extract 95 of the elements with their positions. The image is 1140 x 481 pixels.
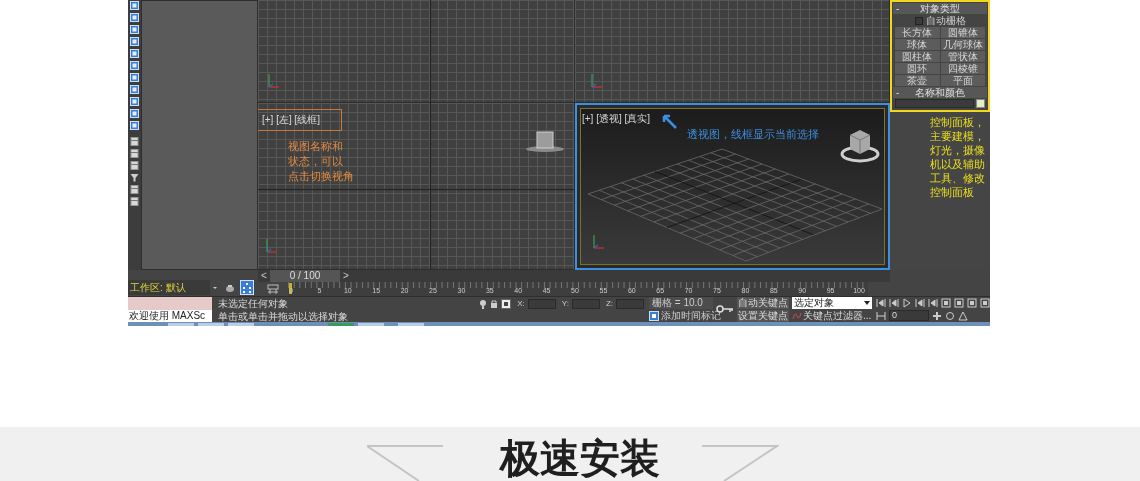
collapse-sign[interactable]: - bbox=[896, 3, 904, 14]
object-type-button[interactable]: 球体 bbox=[895, 39, 940, 50]
annotation-line: 工具、修改 bbox=[930, 171, 986, 185]
rollout-title: 名称和颜色 bbox=[914, 87, 966, 98]
tile-icon[interactable] bbox=[130, 61, 139, 70]
viewport[interactable]: [+] [左] [线框] 视图名称和 状态，可以 点击切换视角 bbox=[258, 103, 575, 270]
listener-field[interactable] bbox=[128, 297, 212, 310]
tile-icon[interactable] bbox=[130, 109, 139, 118]
coordinate-label: Z: bbox=[605, 299, 613, 309]
lock-icon[interactable] bbox=[490, 299, 499, 309]
key-filters-button[interactable]: 关键点过滤器... bbox=[803, 310, 872, 322]
annotation-line: 状态，可以 bbox=[288, 154, 344, 169]
object-type-button[interactable]: 长方体 bbox=[895, 27, 940, 38]
sheet-icon[interactable] bbox=[130, 185, 139, 194]
field-of-view-icon[interactable] bbox=[958, 310, 968, 321]
annotation-line: 主要建模， bbox=[930, 129, 986, 143]
go-to-start-icon[interactable] bbox=[876, 298, 886, 308]
collapse-sign[interactable]: - bbox=[896, 87, 904, 98]
name-field[interactable] bbox=[895, 99, 974, 108]
rollout-header[interactable]: - 名称和颜色 bbox=[893, 87, 987, 98]
filter-icon[interactable] bbox=[130, 173, 139, 182]
frame-field[interactable]: 0 bbox=[889, 310, 929, 321]
sheet-icon[interactable] bbox=[130, 137, 139, 146]
annotation-line: 点击切换视角 bbox=[288, 169, 354, 184]
coordinate-field[interactable] bbox=[571, 299, 600, 309]
annotation-line: 灯光，摄像 bbox=[930, 143, 986, 157]
object-type-button[interactable]: 平面 bbox=[940, 75, 985, 86]
checkbox[interactable] bbox=[914, 16, 923, 25]
selection-icon[interactable] bbox=[501, 299, 512, 309]
rollout-header[interactable]: - 对象类型 bbox=[893, 3, 987, 14]
tile-icon[interactable] bbox=[130, 73, 139, 82]
object-type-button[interactable]: 圆柱体 bbox=[895, 51, 940, 62]
annotation-line: 机以及辅助 bbox=[930, 157, 986, 171]
set-key-button[interactable]: 设置关键点 bbox=[737, 310, 789, 322]
sheet-icon[interactable] bbox=[130, 149, 139, 158]
coordinate-field[interactable] bbox=[527, 299, 556, 309]
axis-tripod-icon bbox=[591, 233, 605, 251]
tile-icon[interactable] bbox=[130, 97, 139, 106]
coordinate-label: X: bbox=[517, 299, 525, 309]
box-object-drawing bbox=[525, 130, 565, 154]
tile-icon[interactable] bbox=[130, 121, 139, 130]
arrow-icon bbox=[661, 113, 677, 129]
section-heading: 极速安装 bbox=[498, 437, 660, 481]
color-swatch[interactable] bbox=[976, 99, 985, 108]
grid-size: 栅格 = 10.0 bbox=[649, 297, 713, 309]
time-tag-icon[interactable] bbox=[649, 311, 659, 321]
object-type-button[interactable]: 圆锥体 bbox=[940, 27, 985, 38]
lightbulb-icon[interactable] bbox=[479, 299, 488, 309]
tile-icon[interactable] bbox=[130, 85, 139, 94]
annotation-line: 视图名称和 bbox=[288, 139, 344, 154]
axis-tripod-icon bbox=[589, 72, 603, 90]
next-frame-button[interactable]: > bbox=[340, 270, 352, 282]
sheet-icon[interactable] bbox=[130, 161, 139, 170]
sheet-icon[interactable] bbox=[130, 197, 139, 206]
key-mode-dropdown[interactable]: 选定对象 bbox=[792, 297, 872, 309]
object-type-button[interactable]: 四棱锥 bbox=[940, 63, 985, 74]
dropdown-arrow-icon bbox=[864, 301, 870, 305]
annotation-line: 控制面板 bbox=[930, 185, 975, 199]
status-message: 未选定任何对象 bbox=[218, 297, 289, 310]
axis-tripod-icon bbox=[264, 237, 278, 255]
object-type-button[interactable]: 几何球体 bbox=[940, 39, 985, 50]
time-slider-thumb[interactable]: 0 / 100 bbox=[270, 270, 340, 282]
curve-icon[interactable] bbox=[792, 311, 802, 321]
previous-key-icon[interactable] bbox=[889, 298, 899, 308]
coordinate-field[interactable] bbox=[616, 299, 644, 309]
orbit-icon[interactable] bbox=[945, 310, 955, 321]
tile-icon[interactable] bbox=[130, 13, 139, 22]
axis-tripod-icon bbox=[266, 72, 280, 90]
rollout-title: 对象类型 bbox=[919, 3, 961, 14]
status-message: 单击或单击并拖动以选择对象 bbox=[218, 310, 349, 323]
annotation-line: 控制面板， bbox=[930, 115, 986, 129]
tile-icon[interactable] bbox=[130, 25, 139, 34]
go-to-end-icon[interactable] bbox=[928, 298, 938, 308]
object-type-button[interactable]: 茶壶 bbox=[895, 75, 940, 86]
tile-icon[interactable] bbox=[130, 49, 139, 58]
previous-frame-button[interactable]: < bbox=[258, 270, 270, 282]
checkbox-label: 自动栅格 bbox=[925, 15, 966, 26]
add-time-tag-button[interactable]: 添加时间标记 bbox=[661, 310, 721, 322]
coordinate-label: Y: bbox=[561, 299, 569, 309]
auto-key-button[interactable]: 自动关键点 bbox=[737, 297, 789, 309]
viewport-label[interactable]: [+] [左] [线框] bbox=[262, 114, 321, 126]
workspace-dropdown[interactable]: 工作区: 默认 bbox=[128, 280, 210, 295]
pan-icon[interactable] bbox=[932, 310, 942, 321]
tile-icon[interactable] bbox=[130, 1, 139, 10]
tile-icon[interactable] bbox=[130, 37, 139, 46]
listener-field[interactable]: 欢迎使用 MAXSc bbox=[128, 310, 212, 322]
cube-icon bbox=[840, 127, 880, 163]
viewport[interactable]: [+] [透视] [真实] 透视图，线框显示当前选择 bbox=[575, 103, 890, 270]
hierarchy-icon[interactable] bbox=[240, 280, 254, 295]
viewport-label[interactable]: [+] [透视] [真实] bbox=[582, 113, 651, 125]
annotation-line: 透视图，线框显示当前选择 bbox=[687, 127, 819, 142]
play-icon[interactable] bbox=[902, 298, 912, 308]
object-type-button[interactable]: 管状体 bbox=[940, 51, 985, 62]
object-type-button[interactable]: 圆环 bbox=[895, 63, 940, 74]
next-key-icon[interactable] bbox=[915, 298, 925, 308]
